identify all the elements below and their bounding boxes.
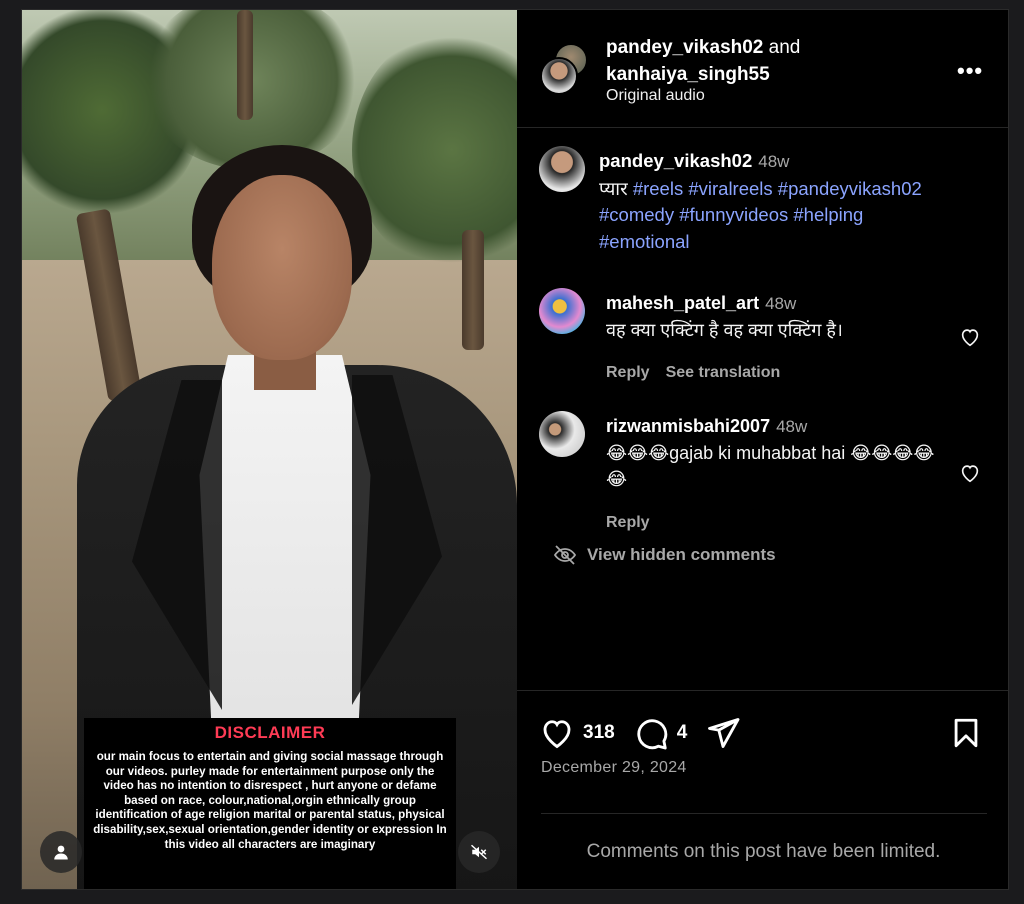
action-row: 318 4	[539, 715, 741, 751]
mute-icon	[470, 844, 488, 860]
post-side-panel: pandey_vikash02 and kanhaiya_singh55 Ori…	[517, 10, 1008, 889]
heart-icon[interactable]	[539, 715, 575, 751]
post-authors: pandey_vikash02 and kanhaiya_singh55	[606, 34, 800, 88]
comment-time[interactable]: 48w	[776, 417, 807, 436]
post-modal: DISCLAIMER our main focus to entertain a…	[21, 9, 1009, 890]
hashtag-link[interactable]: #viralreels	[688, 178, 772, 199]
avatar[interactable]	[539, 288, 585, 334]
comment-body: mahesh_patel_art 48w वह क्या एक्टिंग है व…	[606, 290, 946, 343]
comment-icon[interactable]	[633, 715, 669, 751]
see-translation-button[interactable]: See translation	[666, 364, 781, 381]
heart-icon[interactable]	[959, 462, 981, 484]
avatar[interactable]	[539, 146, 585, 192]
video-trunk	[237, 10, 253, 120]
like-count[interactable]: 318	[583, 722, 615, 744]
audio-link[interactable]: Original audio	[606, 87, 705, 105]
tagged-user-button[interactable]	[40, 831, 82, 873]
disclaimer-text: our main focus to entertain and giving s…	[93, 750, 447, 851]
reply-button[interactable]: Reply	[606, 364, 650, 381]
post-header: pandey_vikash02 and kanhaiya_singh55 Ori…	[517, 10, 1008, 128]
hashtag-link[interactable]: #reels	[633, 178, 683, 199]
post-date[interactable]: December 29, 2024	[541, 759, 687, 777]
avatar[interactable]	[539, 411, 585, 457]
authors-joiner: and	[768, 37, 801, 58]
comment-text: वह क्या एक्टिंग है वह क्या एक्टिंग है।	[606, 320, 843, 340]
comment-text: 😂😂😂gajab ki muhabbat hai 😂😂😂😂😂	[606, 443, 935, 489]
comment-actions: Reply	[606, 514, 666, 532]
view-hidden-comments-label: View hidden comments	[587, 545, 776, 564]
author-link[interactable]: kanhaiya_singh55	[606, 64, 770, 85]
hashtag-link[interactable]: #funnyvideos	[679, 204, 788, 225]
comment-body: rizwanmisbahi2007 48w 😂😂😂gajab ki muhabba…	[606, 413, 946, 492]
caption-text: pandey_vikash02 48w प्यार #reels #viralre…	[599, 148, 989, 255]
heart-icon[interactable]	[959, 326, 981, 348]
divider	[541, 813, 987, 814]
share-icon[interactable]	[705, 715, 741, 751]
disclaimer-title: DISCLAIMER	[214, 723, 326, 742]
hashtag-link[interactable]: #helping	[793, 204, 863, 225]
hashtag-link[interactable]: #emotional	[599, 231, 690, 252]
reel-video[interactable]: DISCLAIMER our main focus to entertain a…	[22, 10, 517, 889]
hashtag-link[interactable]: #comedy	[599, 204, 674, 225]
author-link[interactable]: pandey_vikash02	[606, 37, 763, 58]
video-foliage	[352, 30, 517, 270]
video-person-face	[212, 175, 352, 360]
post-actions: 318 4 December 29, 2024 Comments on this…	[517, 690, 1008, 889]
comment-actions: Reply See translation	[606, 364, 796, 382]
more-icon[interactable]: •••	[957, 58, 983, 84]
caption-word: प्यार	[599, 177, 628, 199]
reply-button[interactable]: Reply	[606, 514, 650, 531]
avatar[interactable]	[540, 57, 578, 95]
mute-button[interactable]	[458, 831, 500, 873]
comment-username[interactable]: rizwanmisbahi2007	[606, 416, 770, 436]
bookmark-icon[interactable]	[949, 715, 983, 751]
comment-username[interactable]: mahesh_patel_art	[606, 293, 759, 313]
user-icon	[54, 845, 68, 860]
author-avatars[interactable]	[540, 43, 588, 97]
disclaimer-box: DISCLAIMER our main focus to entertain a…	[84, 718, 456, 889]
caption-time[interactable]: 48w	[758, 152, 789, 171]
caption-username[interactable]: pandey_vikash02	[599, 150, 752, 171]
comment-time[interactable]: 48w	[765, 294, 796, 313]
eye-off-icon	[553, 545, 577, 565]
hashtag-link[interactable]: #pandeyvikash02	[778, 178, 922, 199]
comment-count[interactable]: 4	[677, 722, 688, 744]
video-trunk	[462, 230, 484, 350]
comments-limited-notice: Comments on this post have been limited.	[586, 841, 941, 862]
view-hidden-comments-button[interactable]: View hidden comments	[553, 543, 776, 567]
